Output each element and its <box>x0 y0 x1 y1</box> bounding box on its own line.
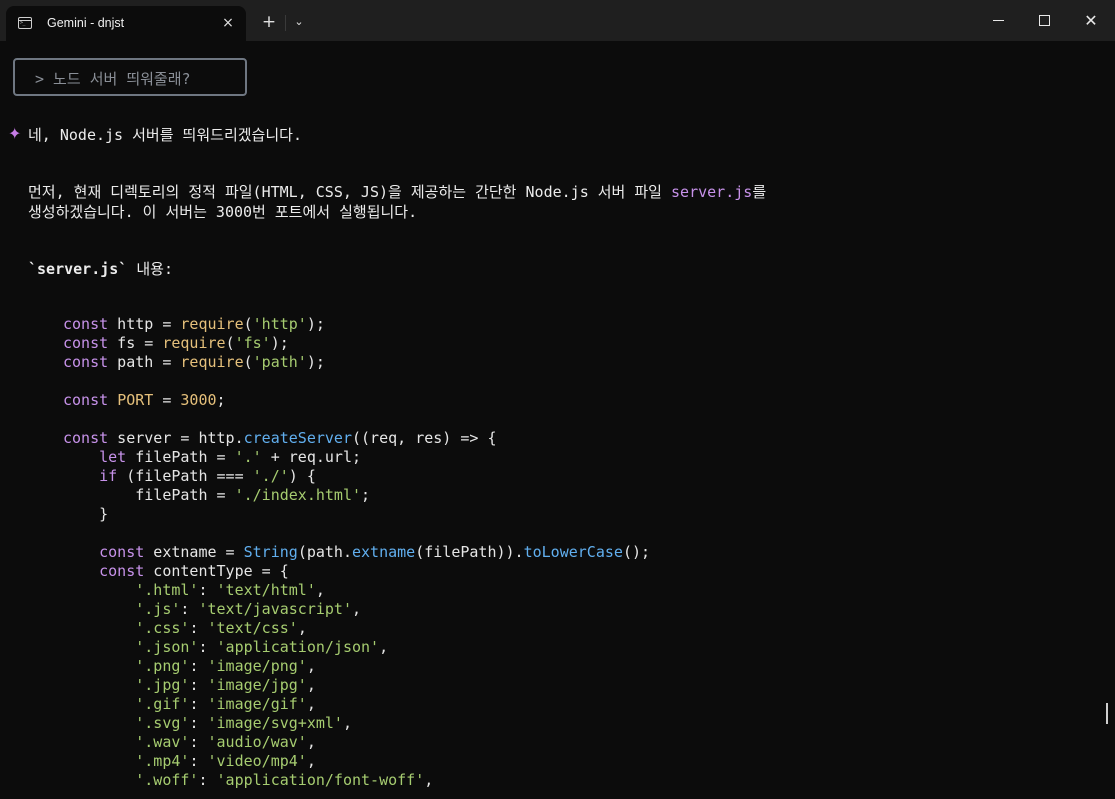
code-text: '.wav': 'audio/wav', <box>135 733 316 751</box>
code-text: '.json': 'application/json', <box>135 638 389 656</box>
response-para1-line2: 생성하겠습니다. 이 서버는 3000번 포트에서 실행됩니다. <box>28 203 418 221</box>
title-bar: Gemini - dnjst × + ⌄ ✕ <box>0 0 1115 41</box>
minimize-icon <box>992 19 1004 21</box>
maximize-icon <box>1038 14 1050 26</box>
response-para1-line1: 먼저, 현재 디렉토리의 정적 파일(HTML, CSS, JS)을 제공하는 … <box>28 181 766 202</box>
code-text: '.png': 'image/png', <box>135 657 316 675</box>
close-button[interactable]: ✕ <box>1068 0 1114 41</box>
code-text: } <box>63 505 109 523</box>
tab-divider <box>285 15 286 31</box>
code-text: '.gif': 'image/gif', <box>135 695 316 713</box>
code-text: const contentType = { <box>99 562 289 580</box>
code-text: if (filePath === './') { <box>99 467 316 485</box>
terminal-icon <box>18 17 32 29</box>
response-intro: 네, Node.js 서버를 띄워드리겠습니다. <box>28 126 302 144</box>
sparkle-icon: ✦ <box>8 124 22 143</box>
user-prompt-box: > 노드 서버 띄워줄래? <box>13 58 247 96</box>
code-text: let filePath = '.' + req.url; <box>99 448 362 466</box>
maximize-button[interactable] <box>1021 0 1067 41</box>
code-text: '.html': 'text/html', <box>135 581 325 599</box>
code-text: const path = require('path'); <box>63 353 325 371</box>
para1-text-b: 를 <box>752 183 767 201</box>
code-text: '.css': 'text/css', <box>135 619 307 637</box>
tab-gemini[interactable]: Gemini - dnjst × <box>6 6 246 41</box>
close-icon: ✕ <box>1084 11 1098 30</box>
code-text: const extname = String(path.extname(file… <box>99 543 651 561</box>
code-text: const fs = require('fs'); <box>63 334 289 352</box>
para1-file-name: server.js <box>671 183 753 201</box>
tab-title: Gemini - dnjst <box>47 16 125 30</box>
code-text: const http = require('http'); <box>63 315 325 333</box>
code-heading-rest: 내용: <box>127 260 174 278</box>
code-heading: `server.js` 내용: <box>28 258 173 279</box>
chevron-down-icon[interactable]: ⌄ <box>291 13 307 31</box>
code-heading-file: `server.js` <box>28 260 128 278</box>
para1-text-a: 먼저, 현재 디렉토리의 정적 파일(HTML, CSS, JS)을 제공하는 … <box>28 183 672 201</box>
scrollbar-thumb[interactable] <box>1106 703 1108 724</box>
new-tab-icon[interactable]: + <box>259 12 279 32</box>
code-text: '.mp4': 'video/mp4', <box>135 752 316 770</box>
code-text: const PORT = 3000; <box>63 391 226 409</box>
code-text: '.svg': 'image/svg+xml', <box>135 714 352 732</box>
code-text: '.js': 'text/javascript', <box>135 600 362 618</box>
code-text: '.jpg': 'image/jpg', <box>135 676 316 694</box>
tab-close-icon[interactable]: × <box>219 14 237 32</box>
code-text: '.woff': 'application/font-woff', <box>135 771 434 789</box>
user-prompt-text: > 노드 서버 띄워줄래? <box>35 70 191 88</box>
code-text: filePath = './index.html'; <box>63 486 371 504</box>
minimize-button[interactable] <box>975 0 1021 41</box>
code-text: const server = http.createServer((req, r… <box>63 429 497 447</box>
